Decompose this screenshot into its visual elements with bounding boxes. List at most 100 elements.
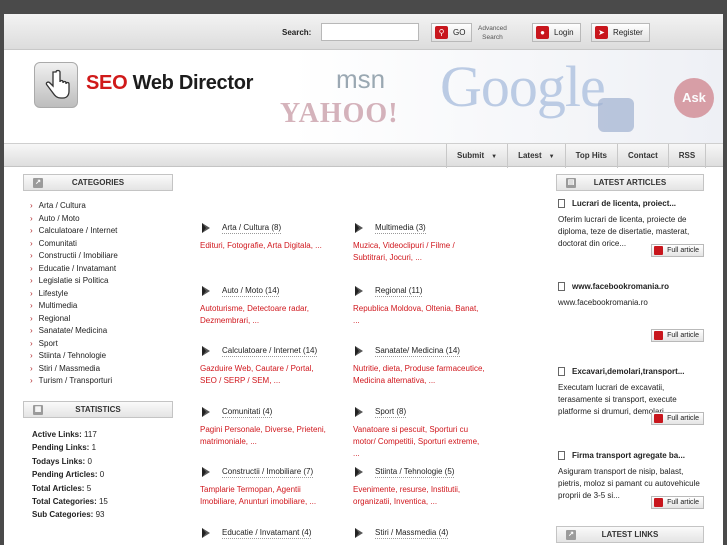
article-item: Lucrari de licenta, proiect... Oferim luc… (558, 199, 704, 263)
login-label: Login (554, 28, 574, 37)
category-link[interactable]: Calculatoare / Internet (30, 225, 118, 238)
subcategory-links[interactable]: Republica Moldova, Oltenia, Banat, ... (353, 303, 485, 327)
stat-row: Pending Links: 1 (32, 441, 108, 454)
full-article-icon (654, 246, 664, 255)
msn-logo: msn (336, 64, 386, 94)
category-link[interactable]: Comunitati (30, 238, 118, 251)
category-link[interactable]: Multimedia (30, 300, 118, 313)
register-icon: ➤ (595, 26, 608, 39)
stat-label: Todays Links: (32, 456, 86, 466)
stat-value: 5 (86, 483, 92, 493)
advanced-search-link[interactable]: Advanced Search (478, 24, 507, 42)
nav-label: Top Hits (575, 151, 607, 160)
nav-item-latest[interactable]: Latest ▼ (507, 144, 565, 168)
top-bar: Search: ⚲ GO Advanced Search ● Login ➤ R… (4, 14, 723, 50)
category-title-link[interactable]: Constructii / Imobiliare (7) (200, 466, 332, 478)
article-title-link[interactable]: Excavari,demolari,transport... (558, 367, 704, 376)
subcategory-links[interactable]: Pagini Personale, Diverse, Prieteni, mat… (200, 424, 332, 448)
category-link[interactable]: Educatie / Invatamant (30, 263, 118, 276)
article-title-link[interactable]: www.facebookromania.ro (558, 282, 704, 291)
user-icon: ● (536, 26, 549, 39)
latest-articles-title: LATEST ARTICLES (593, 178, 667, 187)
article-title-link[interactable]: Firma transport agregate ba... (558, 451, 704, 460)
category-title: Constructii / Imobiliare (7) (222, 466, 314, 478)
subcategory-links[interactable]: Autoturisme, Detectoare radar, Dezmembra… (200, 303, 332, 327)
category-title-link[interactable]: Stiri / Massmedia (4) (353, 527, 485, 539)
subcategory-links[interactable]: Evenimente, resurse, Institutii, organiz… (353, 484, 485, 508)
full-article-label: Full article (667, 332, 699, 339)
category-title-link[interactable]: Multimedia (3) (353, 222, 485, 234)
categories-box-header: ↗ CATEGORIES (23, 174, 173, 191)
stat-value: 93 (95, 510, 105, 520)
category-title-link[interactable]: Auto / Moto (14) (200, 285, 332, 297)
latest-links-title: LATEST LINKS (601, 530, 659, 539)
category-link[interactable]: Stiri / Massmedia (30, 363, 118, 376)
category-title-link[interactable]: Arta / Cultura (8) (200, 222, 332, 234)
category-link[interactable]: Regional (30, 313, 118, 326)
go-label: GO (453, 28, 466, 37)
stat-label: Active Links: (32, 430, 82, 439)
search-label: Search: (282, 28, 312, 37)
register-button[interactable]: ➤ Register (591, 23, 650, 42)
full-article-label: Full article (667, 247, 699, 254)
category-link[interactable]: Constructii / Imobiliare (30, 250, 118, 263)
document-icon: ▤ (566, 178, 576, 188)
logo-web-director: Web Director (132, 72, 254, 94)
category-title: Comunitati (4) (222, 406, 273, 418)
subcategory-links[interactable]: Vanatoare si pescuit, Sporturi cu motor/… (353, 424, 485, 460)
category-block: Sport (8) Vanatoare si pescuit, Sporturi … (353, 406, 485, 460)
category-title-link[interactable]: Calculatoare / Internet (14) (200, 345, 332, 357)
category-title-link[interactable]: Educatie / Invatamant (4) (200, 527, 332, 539)
category-link[interactable]: Auto / Moto (30, 213, 118, 226)
statistics-box-header: ▦ STATISTICS (23, 401, 173, 418)
full-article-button[interactable]: Full article (651, 329, 704, 342)
statistics-list: Active Links: 117 Pending Links: 1 Todays … (32, 428, 108, 522)
category-link[interactable]: Stiinta / Tehnologie (30, 350, 118, 363)
full-article-button[interactable]: Full article (651, 244, 704, 257)
full-article-button[interactable]: Full article (651, 412, 704, 425)
nav-item-top-hits[interactable]: Top Hits (564, 144, 617, 168)
nav-item-rss[interactable]: RSS (667, 144, 707, 168)
full-article-label: Full article (667, 499, 699, 506)
category-title-link[interactable]: Comunitati (4) (200, 406, 332, 418)
category-block: Stiinta / Tehnologie (5) Evenimente, resu… (353, 466, 485, 508)
category-link[interactable]: Sport (30, 338, 118, 351)
nav-item-submit[interactable]: Submit ▼ (446, 144, 507, 168)
statistics-title: STATISTICS (75, 405, 121, 414)
subcategory-links[interactable]: Tamplarie Termopan, Agentii Imobiliare, … (200, 484, 332, 508)
category-block: Sanatate/ Medicina (14) Nutritie, dieta, … (353, 345, 485, 387)
nav-label: Submit (457, 151, 485, 160)
category-title-link[interactable]: Regional (11) (353, 285, 485, 297)
subcategory-links[interactable]: Edituri, Fotografie, Arta Digitala, ... (200, 240, 332, 252)
category-flag-icon (355, 528, 363, 538)
article-title: Lucrari de licenta, proiect... (572, 199, 677, 208)
category-title-link[interactable]: Sanatate/ Medicina (14) (353, 345, 485, 357)
stat-row: Pending Articles: 0 (32, 468, 108, 481)
site-logo[interactable]: SEO Web Director (86, 72, 253, 95)
category-block: Constructii / Imobiliare (7) Tamplarie Te… (200, 466, 332, 508)
search-input[interactable] (321, 23, 419, 41)
login-button[interactable]: ● Login (532, 23, 581, 42)
category-link[interactable]: Arta / Cultura (30, 200, 118, 213)
document-icon (558, 199, 565, 208)
go-button[interactable]: ⚲ GO (431, 23, 473, 42)
category-title-link[interactable]: Sport (8) (353, 406, 485, 418)
category-title: Auto / Moto (14) (222, 285, 280, 297)
subcategory-links[interactable]: Nutritie, dieta, Produse farmaceutice, M… (353, 363, 485, 387)
category-link[interactable]: Turism / Transporturi (30, 375, 118, 388)
document-icon (558, 282, 565, 291)
subcategory-links[interactable]: Gazduire Web, Cautare / Portal, SEO / SE… (200, 363, 332, 387)
category-link[interactable]: Lifestyle (30, 288, 118, 301)
subcategory-links[interactable]: Muzica, Videoclipuri / Filme / Subtitrar… (353, 240, 485, 264)
chevron-down-icon: ▼ (491, 154, 498, 160)
category-link[interactable]: Legislatie si Politica (30, 275, 118, 288)
stat-label: Total Categories: (32, 496, 97, 506)
category-title: Stiinta / Tehnologie (5) (375, 466, 455, 478)
article-title-link[interactable]: Lucrari de licenta, proiect... (558, 199, 704, 208)
category-title-link[interactable]: Stiinta / Tehnologie (5) (353, 466, 485, 478)
full-article-button[interactable]: Full article (651, 496, 704, 509)
category-link[interactable]: Sanatate/ Medicina (30, 325, 118, 338)
nav-item-contact[interactable]: Contact (616, 144, 668, 168)
category-flag-icon (355, 286, 363, 296)
article-title: Firma transport agregate ba... (572, 451, 685, 460)
